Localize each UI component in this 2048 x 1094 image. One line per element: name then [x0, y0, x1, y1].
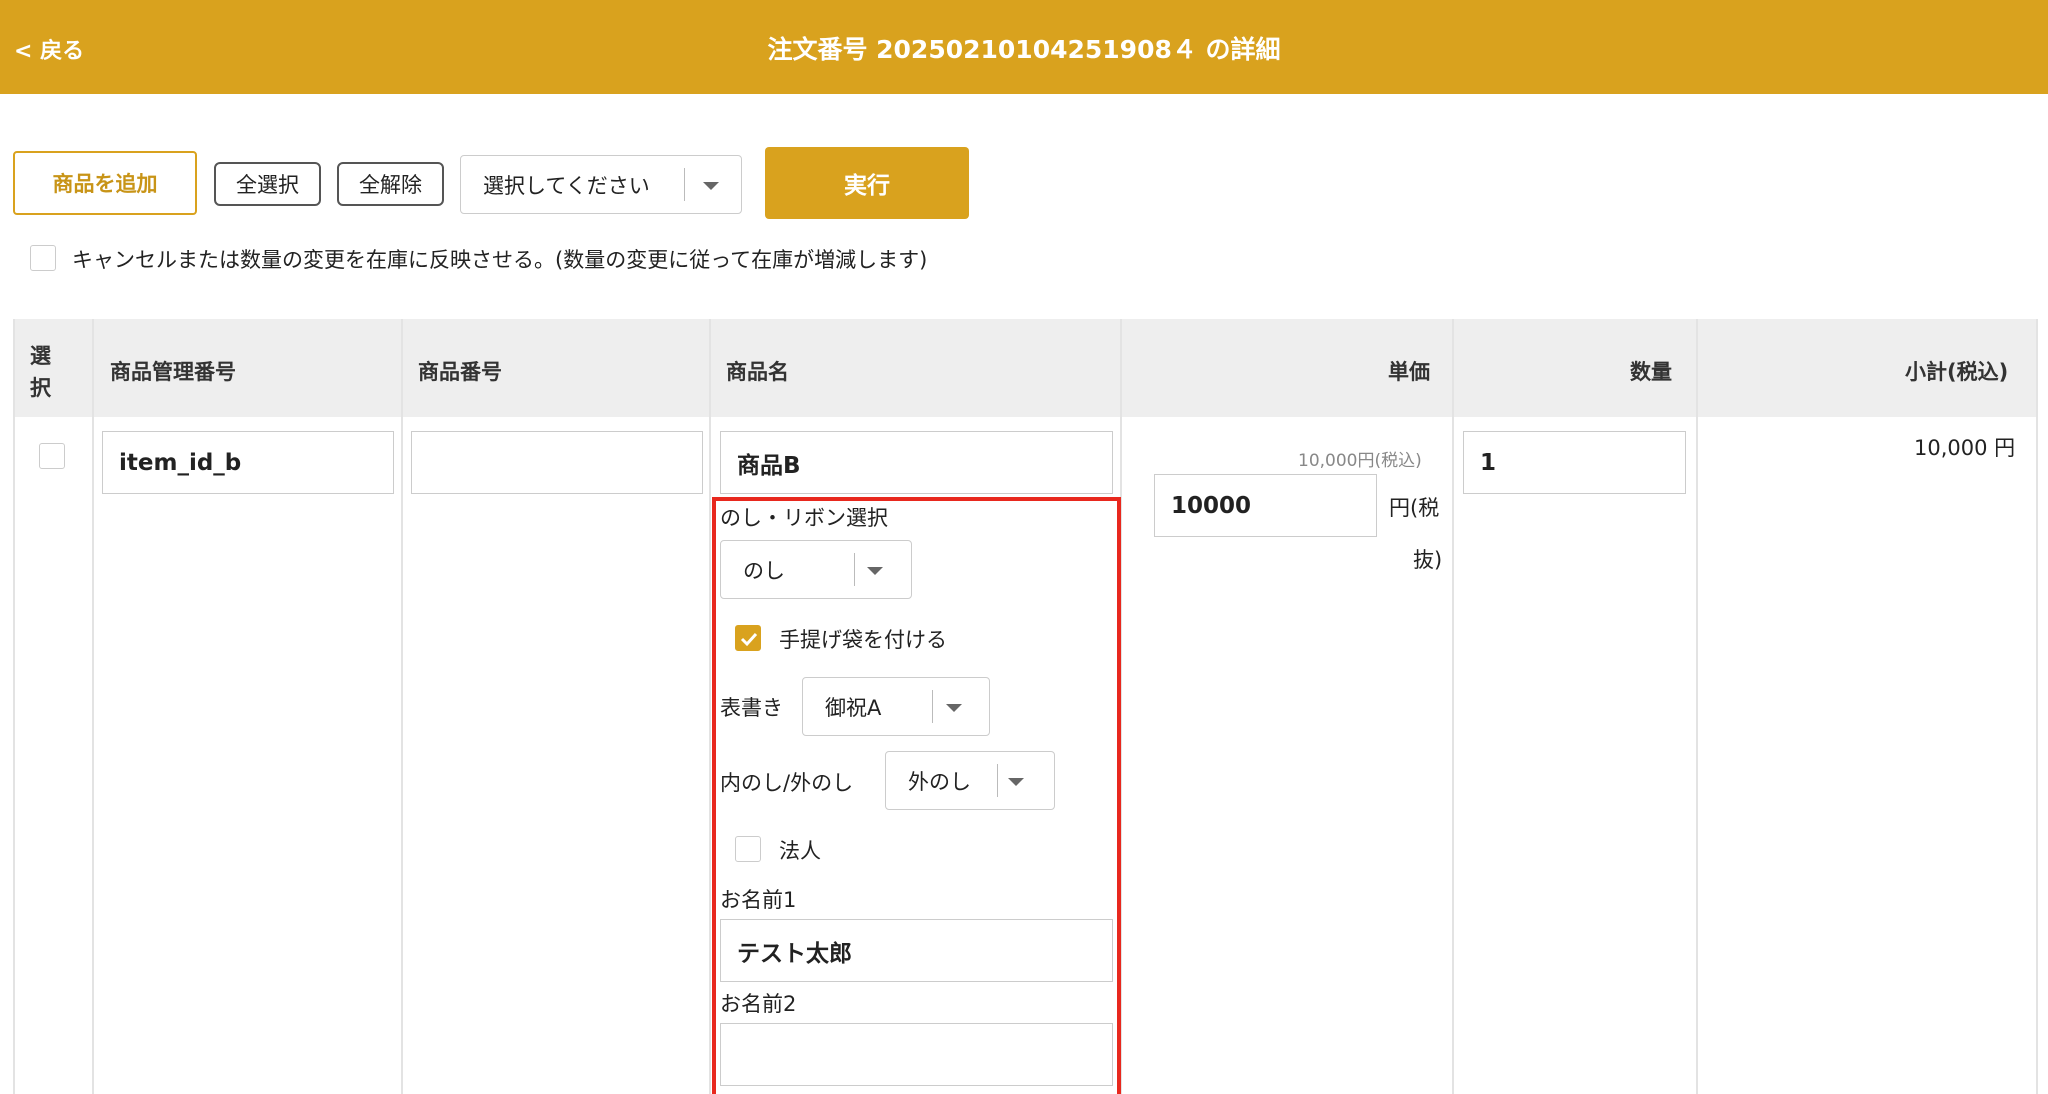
unit-price-input[interactable]: 10000 [1154, 474, 1377, 537]
omote-label: 表書き [720, 696, 783, 720]
noshi-section-label: のし・リボン選択 [720, 506, 888, 530]
price-with-tax: 10,000円(税込) [1298, 451, 1422, 471]
item-code-input[interactable]: item_id_b [102, 431, 394, 494]
row-subtotal: 10,000 円 [1914, 436, 2016, 460]
corporate-checkbox[interactable] [735, 836, 761, 862]
header-product-name: 商品名 [726, 360, 789, 384]
stock-sync-checkbox[interactable] [30, 245, 56, 271]
bag-checkbox[interactable] [735, 625, 761, 651]
price-unit-label-1: 円(税 [1389, 496, 1440, 520]
bulk-action-value: 選択してください [483, 173, 650, 198]
header-select-2: 択 [30, 376, 51, 400]
add-product-button[interactable]: 商品を追加 [13, 151, 197, 215]
chevron-down-icon [1008, 777, 1024, 786]
chevron-down-icon [946, 703, 962, 712]
quantity-input[interactable]: 1 [1463, 431, 1686, 494]
page-title: 注文番号 20250210104251908４ の詳細 [767, 35, 1281, 64]
header-quantity: 数量 [1630, 360, 1672, 384]
name2-label: お名前2 [720, 992, 797, 1016]
check-icon [740, 632, 758, 647]
header-bar: < 戻る 注文番号 20250210104251908４ の詳細 [0, 0, 2048, 94]
price-unit-label-2: 抜) [1413, 548, 1443, 572]
chevron-down-icon [867, 566, 883, 575]
product-number-input[interactable] [411, 431, 703, 494]
stock-sync-label: キャンセルまたは数量の変更を在庫に反映させる。(数量の変更に従って在庫が増減しま… [72, 248, 928, 272]
corporate-label: 法人 [779, 839, 821, 863]
bulk-action-select[interactable]: 選択してください [460, 155, 742, 214]
omote-select[interactable]: 御祝A [802, 677, 990, 736]
header-select-1: 選 [30, 344, 51, 368]
chevron-down-icon [703, 181, 719, 190]
noshi-type-select[interactable]: のし [720, 540, 912, 599]
header-unit-price: 単価 [1388, 360, 1430, 384]
name1-label: お名前1 [720, 888, 797, 912]
uchi-soto-label: 内のし/外のし [720, 771, 854, 795]
product-name-input[interactable]: 商品B [720, 431, 1113, 494]
select-all-button[interactable]: 全選択 [214, 162, 321, 206]
bag-label: 手提げ袋を付ける [779, 628, 947, 652]
deselect-all-button[interactable]: 全解除 [337, 162, 444, 206]
table-header [13, 319, 2038, 417]
name2-input[interactable] [720, 1023, 1113, 1086]
header-subtotal: 小計(税込) [1905, 360, 2009, 384]
uchi-soto-select[interactable]: 外のし [885, 751, 1055, 810]
header-product-number: 商品番号 [418, 360, 502, 384]
row-select-checkbox[interactable] [39, 443, 65, 469]
name1-input[interactable]: テスト太郎 [720, 919, 1113, 982]
execute-button[interactable]: 実行 [765, 147, 969, 219]
header-item-code: 商品管理番号 [110, 360, 236, 384]
